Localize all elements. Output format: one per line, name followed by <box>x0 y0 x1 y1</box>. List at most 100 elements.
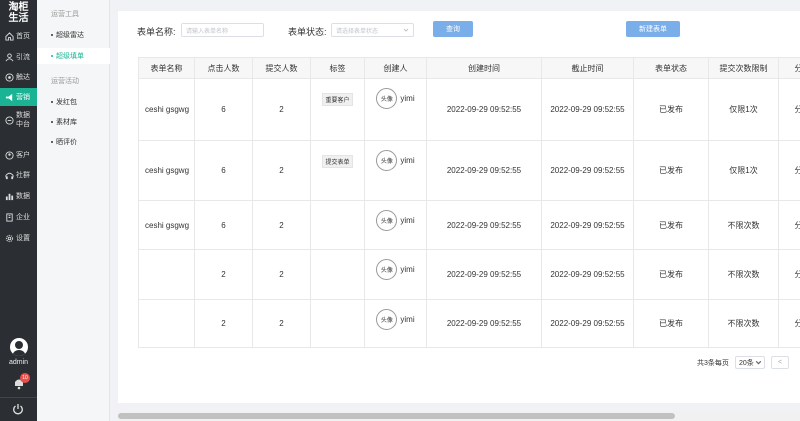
cell-tag <box>310 299 365 348</box>
form-name-placeholder: 请输入表单名称 <box>186 28 229 35</box>
gear-icon <box>5 234 14 243</box>
table-row[interactable]: 2 2 头像 yimi 2022-09-29 09:52:55 2022-09-29 09… <box>138 299 800 348</box>
cell-created-time: 2022-09-29 09:52:55 <box>426 249 542 300</box>
sub-item-red-packet[interactable]: 发红包 <box>37 94 110 110</box>
sub-label-red-packet: 发红包 <box>56 99 77 106</box>
cell-submits: 2 <box>252 200 311 250</box>
nav-item-enterprise[interactable]: 企业 <box>0 208 37 226</box>
creator-name: yimi <box>400 315 415 324</box>
column-header: 表单名称 <box>138 57 195 79</box>
cell-submit-limit: 不限次数 <box>708 249 779 300</box>
form-name-label: 表单名称: <box>137 27 176 37</box>
cell-created-time: 2022-09-29 09:52:55 <box>426 78 542 141</box>
column-header: 创建人 <box>364 57 427 79</box>
query-button[interactable]: 查询 <box>433 21 473 37</box>
table-row[interactable]: ceshi gsgwg 6 2 重要客户 头像 yimi 2022-09-29 09:52:… <box>138 78 800 141</box>
cell-tag: 重要客户 <box>310 78 365 141</box>
sub-label-material-library: 素材库 <box>56 119 77 126</box>
creator: 头像 yimi <box>366 210 426 231</box>
nav-label-reach: 触达 <box>16 74 30 81</box>
new-form-button[interactable]: 新建表单 <box>626 21 680 37</box>
data-center-icon <box>5 115 14 125</box>
nav-item-data[interactable]: 数据 <box>0 187 37 205</box>
user-name: admin <box>8 359 29 366</box>
bullet-icon <box>51 121 53 123</box>
creator: 头像 yimi <box>366 259 426 280</box>
brand-logo[interactable]: 淘柜 生活 <box>0 2 37 24</box>
nav-item-home[interactable]: 首页 <box>0 27 37 45</box>
scrollbar-thumb[interactable] <box>118 413 675 419</box>
nav-item-marketing[interactable]: 营销 <box>0 88 37 106</box>
section-title-activities: 运营活动 <box>51 78 79 85</box>
building-icon <box>5 212 14 222</box>
table-row[interactable]: 2 2 头像 yimi 2022-09-29 09:52:55 2022-09-29 09… <box>138 249 800 300</box>
cell-submits: 2 <box>252 299 311 348</box>
cell-form-name: ceshi gsgwg <box>138 200 195 250</box>
home-icon <box>5 31 14 41</box>
cell-tag: 提交表单 <box>310 140 365 201</box>
cell-submit-limit: 不限次数 <box>708 299 779 348</box>
cell-extra: 分 <box>778 249 800 300</box>
sub-item-super-form[interactable]: 超级填单 <box>37 48 110 64</box>
sub-item-review[interactable]: 晒评价 <box>37 134 110 150</box>
table-row[interactable]: ceshi gsgwg 6 2 头像 yimi 2022-09-29 09:52:55 20… <box>138 200 800 250</box>
brand-line-2: 生活 <box>8 13 29 24</box>
cell-extra: 分 <box>778 78 800 141</box>
bullet-icon <box>51 141 53 143</box>
column-header: 创建时间 <box>426 57 542 79</box>
cell-status: 已发布 <box>633 299 709 348</box>
sub-label-review: 晒评价 <box>56 139 77 146</box>
cell-submit-limit: 不限次数 <box>708 200 779 250</box>
pager-total: 共3条每页 <box>697 360 729 367</box>
cell-submits: 2 <box>252 249 311 300</box>
cell-status: 已发布 <box>633 249 709 300</box>
nav-item-data-center[interactable]: 数据 中台 <box>0 107 37 133</box>
form-status-select[interactable]: 请选择表单状态 <box>331 23 414 37</box>
cell-deadline: 2022-09-29 09:52:55 <box>541 78 634 141</box>
sub-item-super-radar[interactable]: 超级雷达 <box>37 27 110 43</box>
column-header: 提交人数 <box>252 57 311 79</box>
cell-submit-limit: 仅限1次 <box>708 78 779 141</box>
table-row[interactable]: ceshi gsgwg 6 2 提交表单 头像 yimi 2022-09-29 09:52:… <box>138 140 800 201</box>
bullet-icon <box>51 101 53 103</box>
nav-item-reach[interactable]: 触达 <box>0 68 37 86</box>
sub-item-material-library[interactable]: 素材库 <box>37 114 110 130</box>
cell-creator: 头像 yimi <box>364 299 427 348</box>
avatar: 头像 <box>376 150 398 171</box>
nav-item-settings[interactable]: 设置 <box>0 229 37 247</box>
page-size-select[interactable]: 20条 <box>735 356 765 369</box>
form-table: 表单名称点击人数提交人数标签创建人创建时间截止时间表单状态提交次数限制分 ces… <box>138 57 800 348</box>
cell-creator: 头像 yimi <box>364 249 427 300</box>
marketing-icon <box>5 93 14 102</box>
nav-item-community[interactable]: 社群 <box>0 166 37 184</box>
cell-extra: 分 <box>778 200 800 250</box>
prev-page-button[interactable]: < <box>771 356 789 369</box>
creator: 头像 yimi <box>366 150 426 171</box>
column-header: 截止时间 <box>541 57 634 79</box>
cell-clicks: 2 <box>194 249 253 300</box>
cell-form-name <box>138 299 195 348</box>
cell-status: 已发布 <box>633 140 709 201</box>
cell-deadline: 2022-09-29 09:52:55 <box>541 200 634 250</box>
divider <box>0 397 37 398</box>
user-icon <box>5 52 14 62</box>
nav-label-settings: 设置 <box>16 235 30 242</box>
cell-tag <box>310 249 365 300</box>
tag-badge: 重要客户 <box>322 93 353 106</box>
form-name-input[interactable]: 请输入表单名称 <box>181 23 264 37</box>
cell-clicks: 6 <box>194 200 253 250</box>
nav-item-customers[interactable]: 客户 <box>0 146 37 164</box>
form-status-placeholder: 请选择表单状态 <box>336 28 379 35</box>
avatar <box>9 338 28 356</box>
cell-clicks: 6 <box>194 140 253 201</box>
user-profile[interactable]: admin <box>0 338 37 366</box>
column-header: 标签 <box>310 57 365 79</box>
avatar: 头像 <box>376 210 398 231</box>
main-sidebar: 淘柜 生活 首页 引流 触达 营销 数据 中台 客户 社群 数据 企业 设置 a… <box>0 0 37 421</box>
nav-item-traffic[interactable]: 引流 <box>0 48 37 66</box>
cell-submit-limit: 仅限1次 <box>708 140 779 201</box>
power-icon[interactable] <box>12 403 24 415</box>
page-size-value: 20条 <box>739 359 754 367</box>
brand-line-1: 淘柜 <box>8 2 29 13</box>
horizontal-scrollbar[interactable] <box>118 411 800 421</box>
